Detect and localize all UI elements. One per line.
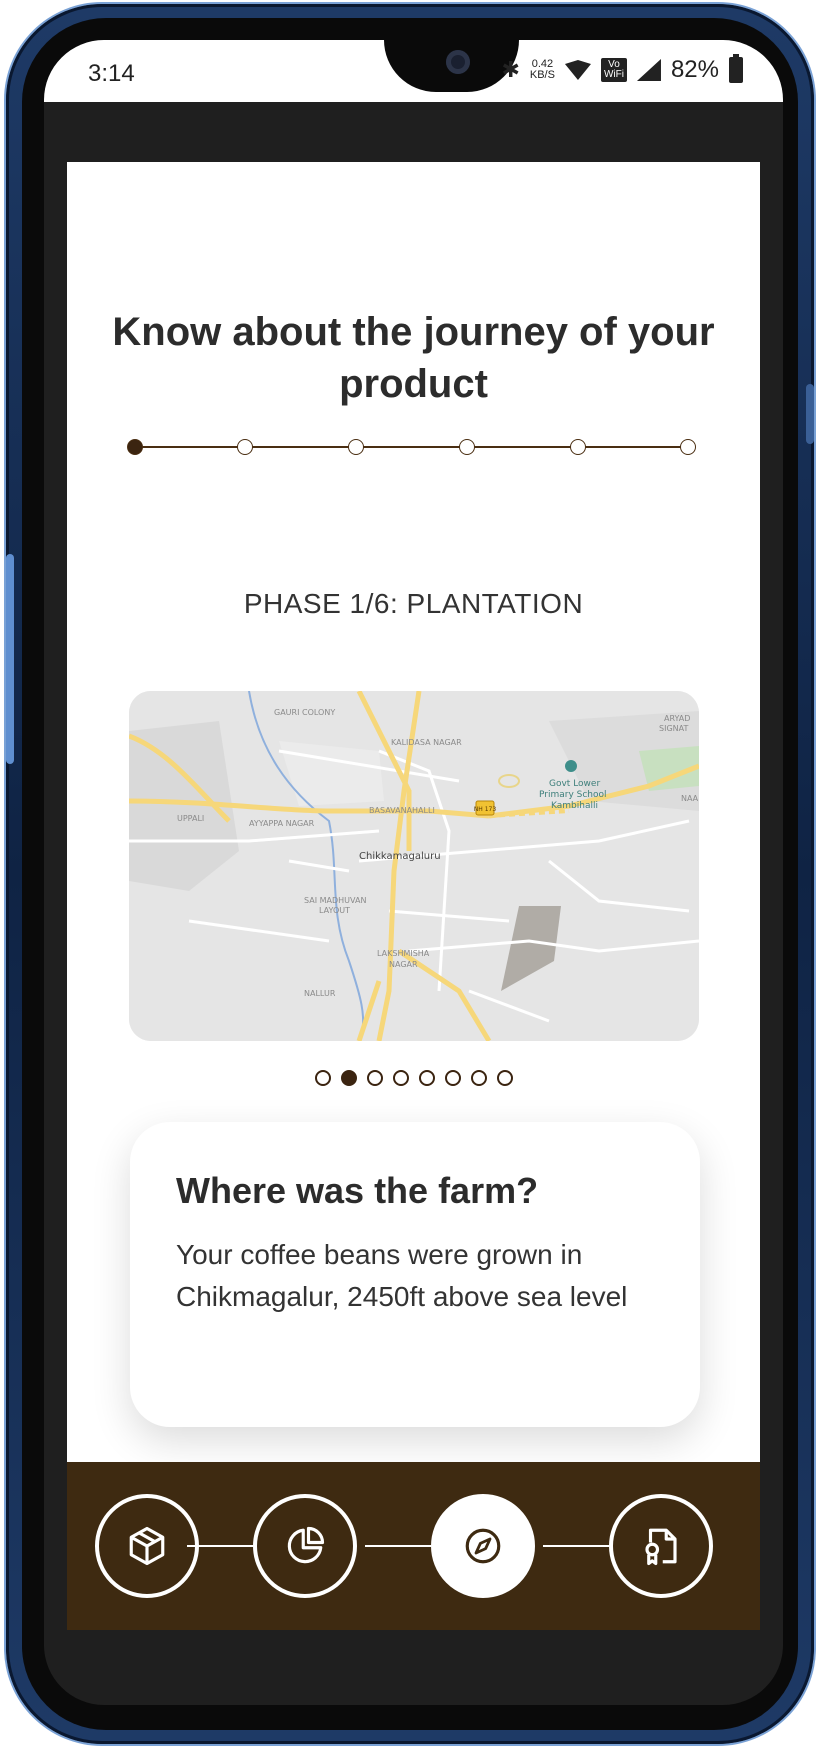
wifi-icon [564, 60, 591, 80]
map-label-school-2: Primary School [539, 790, 607, 800]
carousel-dot[interactable] [470, 1070, 487, 1086]
battery-icon [729, 54, 743, 83]
phase-step-1[interactable] [127, 439, 143, 455]
nav-journey-button[interactable] [431, 1494, 535, 1598]
map-label-nallur: NALLUR [304, 989, 336, 998]
map-label-basavanahalli: BASAVANAHALLI [369, 806, 435, 815]
map-label-ayyappa-nagar: AYYAPPA NAGAR [249, 819, 315, 828]
map-label-school-1: Govt Lower [549, 779, 600, 789]
map-label-lakshmisha-2: NAGAR [389, 960, 418, 969]
phase-step-5[interactable] [570, 439, 586, 455]
map-label-sai-madhuvan: SAI MADHUVAN [304, 896, 366, 905]
nav-certificate-button[interactable] [609, 1494, 713, 1598]
map-label-uppali: UPPALI [177, 814, 204, 823]
carousel-dot[interactable] [366, 1070, 383, 1086]
product-icon [129, 1526, 165, 1566]
farm-location-map[interactable]: NH 173 GAURI COLONY KALIDASA NAGAR UPPAL… [129, 691, 699, 1041]
map-label-aryad: ARYAD [664, 714, 690, 723]
network-speed: 0.42 KB/S [530, 59, 555, 81]
signal-icon [636, 59, 661, 81]
map-label-sai-madhuvan-2: LAYOUT [319, 906, 350, 915]
farm-info-body: Your coffee beans were grown in Chikmaga… [176, 1239, 628, 1312]
bottom-nav [67, 1462, 760, 1630]
map-label-naa: NAA [681, 794, 699, 803]
phase-step-3[interactable] [348, 439, 364, 455]
compass-icon [465, 1528, 501, 1564]
nav-connector [365, 1545, 431, 1547]
farm-info-card: Where was the farm? Your coffee beans we… [130, 1122, 700, 1427]
vowifi-icon: Vo WiFi [600, 58, 627, 82]
phase-label: PHASE 1/6: PLANTATION [243, 588, 584, 619]
map-label-gauri-colony: GAURI COLONY [274, 708, 335, 717]
nav-product-button[interactable] [95, 1494, 199, 1598]
bluetooth-icon: ✱ [501, 57, 520, 82]
vowifi-bottom: WiFi [603, 69, 624, 80]
carousel-dot[interactable] [314, 1070, 331, 1086]
network-speed-unit: KB/S [529, 69, 555, 81]
map-label-aryad-2: SIGNAT [659, 724, 688, 733]
status-time: 3:14 [88, 60, 135, 87]
map-canvas: NH 173 GAURI COLONY KALIDASA NAGAR UPPAL… [129, 691, 699, 1041]
status-bar: 3:14 ✱ 0.42 KB/S Vo WiFi 82% [44, 40, 783, 102]
journey-page: Know about the journey of your product P… [67, 162, 760, 1462]
carousel-dot[interactable] [418, 1070, 435, 1086]
certificate-icon [645, 1528, 677, 1566]
carousel-dot[interactable] [444, 1070, 461, 1086]
carousel-dot-active[interactable] [340, 1070, 357, 1086]
map-label-chikkamagaluru: Chikkamagaluru [359, 851, 441, 862]
phase-step-6[interactable] [680, 439, 696, 455]
map-carousel-dots [67, 1070, 760, 1086]
pie-chart-icon [287, 1526, 325, 1564]
map-label-lakshmisha: LAKSHMISHA [377, 949, 430, 958]
phase-stepper [127, 432, 696, 462]
carousel-dot[interactable] [392, 1070, 409, 1086]
nav-stats-button[interactable] [253, 1494, 357, 1598]
page-title: Know about the journey of your product [112, 310, 715, 406]
nav-connector [543, 1545, 609, 1547]
status-icons: ✱ 0.42 KB/S Vo WiFi 82% [501, 54, 743, 84]
farm-info-heading: Where was the farm? [176, 1170, 539, 1211]
battery-percent: 82% [670, 56, 719, 83]
carousel-dot[interactable] [496, 1070, 513, 1086]
map-label-kalidasa-nagar: KALIDASA NAGAR [391, 738, 462, 747]
phase-step-4[interactable] [459, 439, 475, 455]
screen: 3:14 ✱ 0.42 KB/S Vo WiFi 82% Know about … [44, 40, 783, 1705]
phase-step-2[interactable] [237, 439, 253, 455]
volume-button [6, 554, 14, 764]
map-label-school-3: Kambihalli [551, 801, 598, 811]
power-button [806, 384, 814, 444]
phase-stepper-line [133, 446, 687, 448]
map-highway-badge: NH 173 [474, 806, 497, 813]
front-camera [446, 50, 470, 74]
